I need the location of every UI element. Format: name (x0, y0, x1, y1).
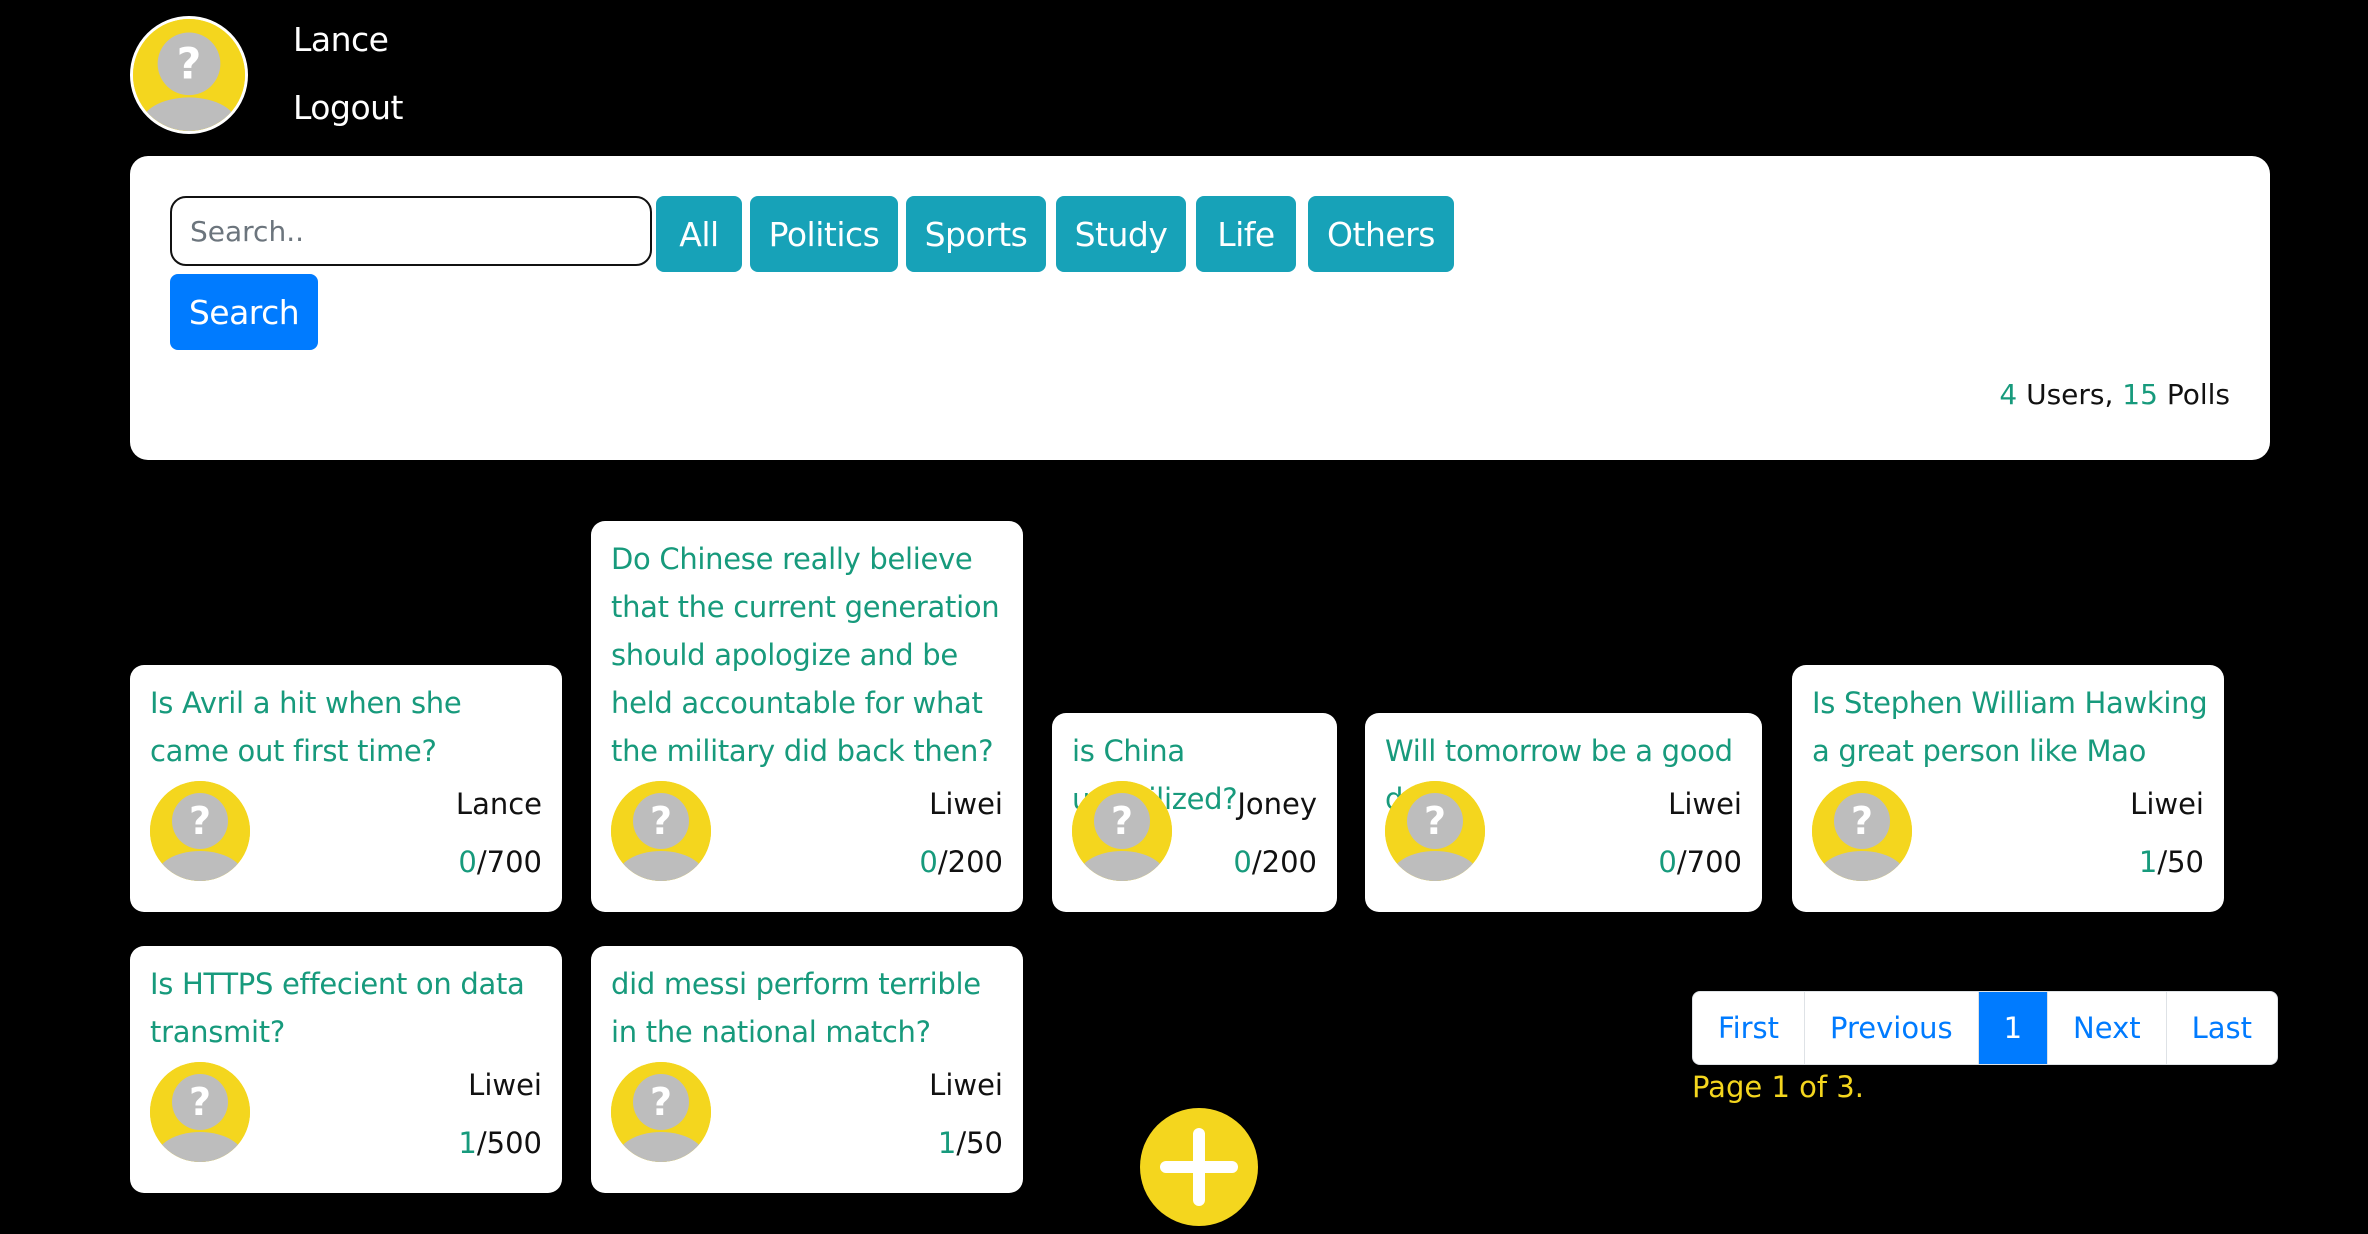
logout-link[interactable]: Logout (293, 88, 404, 127)
question-avatar-icon: ? (611, 1062, 711, 1162)
category-life-button[interactable]: Life (1196, 196, 1296, 272)
poll-author: Liwei (929, 1068, 1003, 1102)
vote-limit: /200 (937, 845, 1003, 879)
page-next-button[interactable]: Next (2048, 992, 2167, 1064)
search-input[interactable] (170, 196, 652, 266)
vote-limit: /700 (1676, 845, 1742, 879)
vote-limit: /700 (476, 845, 542, 879)
question-avatar-icon: ? (133, 19, 245, 131)
poll-question[interactable]: Do Chinese really believe that the curre… (611, 535, 1009, 775)
pagination: First Previous 1 Next Last (1692, 991, 2279, 1065)
question-avatar-icon: ? (611, 781, 711, 881)
users-count: 4 (1999, 378, 2018, 411)
vote-count: 1 (2138, 845, 2158, 879)
poll-author: Lance (455, 787, 542, 821)
poll-votes: 0/200 (919, 845, 1003, 879)
poll-votes: 0/700 (458, 845, 542, 879)
vote-count: 0 (1233, 845, 1252, 879)
author-avatar: ? (1812, 781, 1912, 881)
question-avatar-icon: ? (1812, 781, 1912, 881)
poll-votes: 0/200 (1233, 845, 1317, 879)
author-avatar: ? (611, 1062, 711, 1162)
question-avatar-icon: ? (150, 1062, 250, 1162)
page-first-button[interactable]: First (1693, 992, 1806, 1064)
svg-text:?: ? (650, 1080, 672, 1124)
poll-card[interactable]: Is Stephen William Hawking a great perso… (1792, 665, 2224, 912)
page-previous-button[interactable]: Previous (1805, 992, 1979, 1064)
vote-count: 0 (919, 845, 938, 879)
search-panel: All Politics Sports Study Life Others Se… (130, 156, 2270, 460)
page-info-total: 3 (1836, 1070, 1855, 1104)
poll-card[interactable]: Is HTTPS effecient on data transmit? ? L… (130, 946, 562, 1193)
question-avatar-icon: ? (1072, 781, 1172, 881)
poll-question[interactable]: did messi perform terrible in the nation… (611, 960, 1009, 1056)
poll-votes: 1/50 (938, 1126, 1003, 1160)
svg-text:?: ? (650, 799, 672, 843)
user-avatar[interactable]: ? (130, 16, 248, 134)
category-others-button[interactable]: Others (1308, 196, 1454, 272)
poll-card[interactable]: did messi perform terrible in the nation… (591, 946, 1023, 1193)
poll-votes: 0/700 (1658, 845, 1742, 879)
poll-card[interactable]: Do Chinese really believe that the curre… (591, 521, 1023, 912)
page-current-button[interactable]: 1 (1978, 992, 2049, 1064)
vote-count: 0 (458, 845, 477, 879)
vote-limit: /50 (956, 1126, 1003, 1160)
vote-count: 1 (937, 1126, 957, 1160)
polls-label: Polls (2157, 378, 2230, 411)
poll-question[interactable]: Is Avril a hit when she came out first t… (150, 679, 548, 775)
svg-text:?: ? (189, 799, 211, 843)
poll-question[interactable]: Is HTTPS effecient on data transmit? (150, 960, 548, 1056)
stats-summary: 4 Users, 15 Polls (1999, 378, 2230, 411)
poll-author: Liwei (468, 1068, 542, 1102)
author-avatar: ? (1072, 781, 1172, 881)
poll-author: Liwei (2130, 787, 2204, 821)
svg-text:?: ? (1111, 799, 1133, 843)
poll-question[interactable]: Is Stephen William Hawking a great perso… (1812, 679, 2210, 775)
user-name-link[interactable]: Lance (293, 20, 389, 59)
poll-card[interactable]: Will tomorrow be a good day ? Liwei 0/70… (1365, 713, 1762, 912)
page-info-prefix: Page (1692, 1070, 1772, 1104)
poll-votes: 1/500 (458, 1126, 542, 1160)
author-avatar: ? (150, 781, 250, 881)
vote-count: 0 (1658, 845, 1677, 879)
svg-text:?: ? (1851, 799, 1873, 843)
vote-limit: /50 (2157, 845, 2204, 879)
svg-text:?: ? (177, 39, 202, 89)
page-info-suffix: . (1854, 1070, 1864, 1104)
svg-text:?: ? (1424, 799, 1446, 843)
poll-author: Liwei (929, 787, 1003, 821)
author-avatar: ? (150, 1062, 250, 1162)
polls-count: 15 (2122, 378, 2158, 411)
page-info: Page 1 of 3. (1692, 1070, 1864, 1104)
add-poll-button[interactable] (1140, 1108, 1258, 1226)
vote-limit: /200 (1251, 845, 1317, 879)
poll-card[interactable]: Is Avril a hit when she came out first t… (130, 665, 562, 912)
search-button[interactable]: Search (170, 274, 318, 350)
category-study-button[interactable]: Study (1056, 196, 1186, 272)
author-avatar: ? (1385, 781, 1485, 881)
page-last-button[interactable]: Last (2167, 992, 2277, 1064)
poll-card[interactable]: is China uncivilized? ? Joney 0/200 (1052, 713, 1337, 912)
page-info-mid: of (1789, 1070, 1837, 1104)
category-politics-button[interactable]: Politics (750, 196, 898, 272)
plus-icon (1160, 1128, 1238, 1206)
vote-count: 1 (458, 1126, 477, 1160)
poll-votes: 1/50 (2139, 845, 2204, 879)
vote-limit: /500 (476, 1126, 542, 1160)
page-info-current: 1 (1771, 1070, 1790, 1104)
poll-author: Joney (1237, 787, 1317, 821)
author-avatar: ? (611, 781, 711, 881)
svg-text:?: ? (189, 1080, 211, 1124)
category-sports-button[interactable]: Sports (906, 196, 1046, 272)
question-avatar-icon: ? (150, 781, 250, 881)
question-avatar-icon: ? (1385, 781, 1485, 881)
category-all-button[interactable]: All (656, 196, 742, 272)
poll-author: Liwei (1668, 787, 1742, 821)
users-label: Users, (2017, 378, 2123, 411)
